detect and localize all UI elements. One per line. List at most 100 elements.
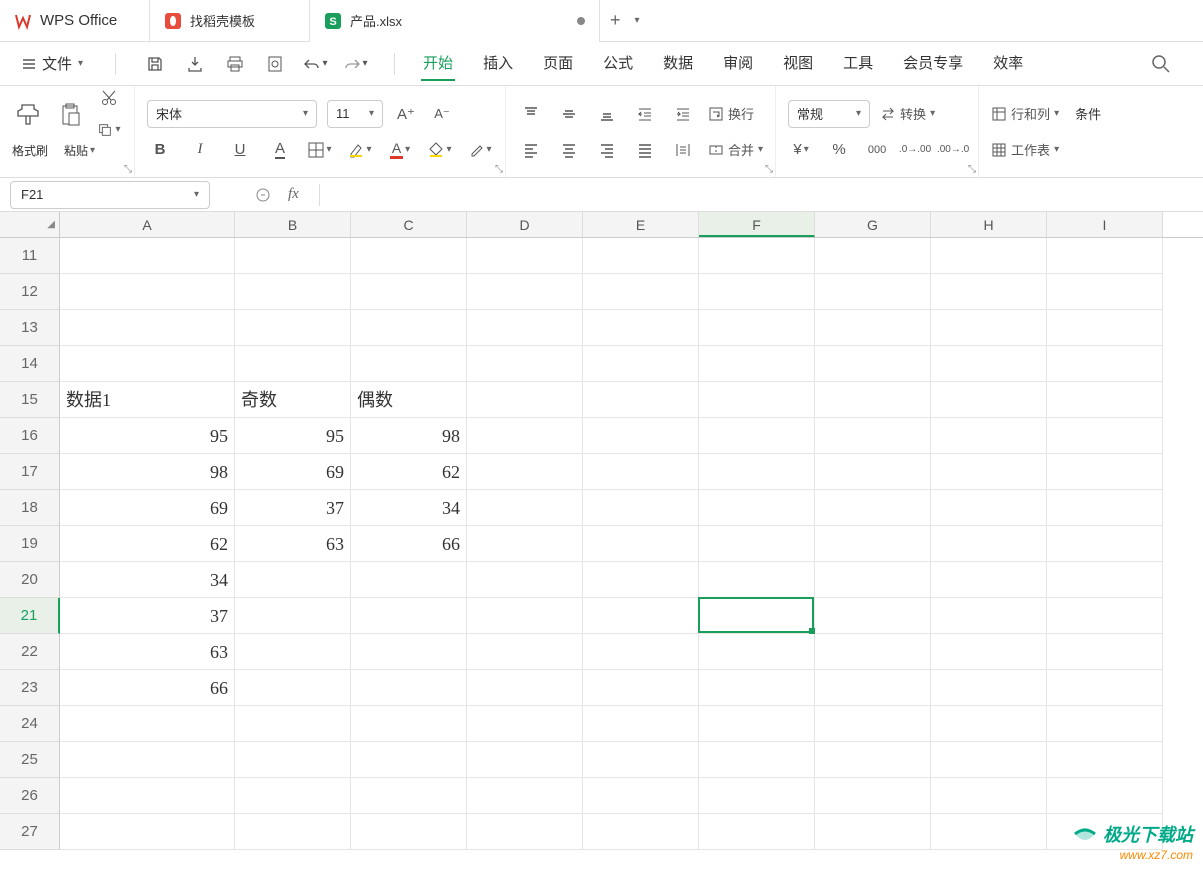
paste-label[interactable]: 粘贴▾	[64, 142, 95, 159]
cell[interactable]	[815, 670, 931, 706]
cell[interactable]	[583, 454, 699, 490]
chevron-down-icon[interactable]: ▾	[405, 144, 410, 155]
tab-page[interactable]: 页面	[541, 46, 575, 81]
cell[interactable]	[235, 634, 351, 670]
align-left-button[interactable]	[518, 137, 544, 163]
cell[interactable]	[1047, 562, 1163, 598]
cell[interactable]	[235, 562, 351, 598]
cell[interactable]	[467, 634, 583, 670]
cell[interactable]	[931, 814, 1047, 850]
cell[interactable]	[699, 310, 815, 346]
cell[interactable]	[583, 526, 699, 562]
chevron-down-icon[interactable]: ▾	[804, 144, 809, 155]
align-right-button[interactable]	[594, 137, 620, 163]
row-header[interactable]: 22	[0, 634, 60, 670]
cell[interactable]: 95	[235, 418, 351, 454]
search-button[interactable]	[1135, 54, 1187, 74]
cell[interactable]	[699, 778, 815, 814]
group-expand-icon[interactable]: ⤡	[124, 164, 132, 175]
column-header[interactable]: C	[351, 212, 467, 237]
decrease-decimal-button[interactable]: .0→.00	[902, 137, 928, 163]
cell[interactable]	[931, 526, 1047, 562]
align-bottom-button[interactable]	[594, 101, 620, 127]
cell[interactable]	[931, 742, 1047, 778]
chevron-down-icon[interactable]: ▾	[1054, 144, 1059, 155]
cell[interactable]	[467, 742, 583, 778]
cell[interactable]	[1047, 526, 1163, 562]
cell[interactable]	[235, 742, 351, 778]
chevron-down-icon[interactable]: ▾	[446, 144, 451, 155]
cell[interactable]: 63	[235, 526, 351, 562]
tab-tools[interactable]: 工具	[841, 46, 875, 81]
cell[interactable]	[815, 418, 931, 454]
highlight-button[interactable]: ▾	[347, 137, 373, 163]
chevron-down-icon[interactable]: ▾	[194, 189, 199, 200]
cell[interactable]	[235, 274, 351, 310]
cell[interactable]	[815, 778, 931, 814]
cell[interactable]	[699, 526, 815, 562]
chevron-down-icon[interactable]: ▾	[635, 15, 640, 26]
paste-button[interactable]	[54, 100, 86, 128]
cell[interactable]	[1047, 238, 1163, 274]
cell[interactable]	[1047, 742, 1163, 778]
cell[interactable]: 37	[235, 490, 351, 526]
cell[interactable]	[583, 634, 699, 670]
row-header[interactable]: 20	[0, 562, 60, 598]
column-header[interactable]: F	[699, 212, 815, 237]
cell[interactable]	[1047, 778, 1163, 814]
row-header[interactable]: 14	[0, 346, 60, 382]
cell[interactable]	[815, 238, 931, 274]
percent-button[interactable]: %	[826, 137, 852, 163]
cell[interactable]: 69	[60, 490, 235, 526]
cell[interactable]	[815, 454, 931, 490]
cell[interactable]	[583, 670, 699, 706]
row-header[interactable]: 27	[0, 814, 60, 850]
cell[interactable]	[1047, 706, 1163, 742]
cell[interactable]	[1047, 490, 1163, 526]
cell[interactable]	[351, 778, 467, 814]
select-all-corner[interactable]: ◢	[0, 212, 60, 237]
row-header[interactable]: 11	[0, 238, 60, 274]
align-top-button[interactable]	[518, 101, 544, 127]
cell[interactable]	[583, 418, 699, 454]
format-painter-button[interactable]	[12, 100, 44, 128]
cell[interactable]	[699, 742, 815, 778]
tab-member[interactable]: 会员专享	[901, 46, 965, 81]
row-header[interactable]: 21	[0, 598, 60, 634]
cell[interactable]	[351, 742, 467, 778]
font-name-select[interactable]: 宋体▾	[147, 100, 317, 128]
cell[interactable]	[467, 814, 583, 850]
cell[interactable]	[351, 562, 467, 598]
align-center-button[interactable]	[556, 137, 582, 163]
convert-button[interactable]: 转换▾	[880, 101, 935, 127]
row-header[interactable]: 25	[0, 742, 60, 778]
row-header[interactable]: 12	[0, 274, 60, 310]
cell[interactable]	[583, 778, 699, 814]
cell[interactable]	[815, 346, 931, 382]
cell[interactable]	[699, 598, 815, 634]
row-header[interactable]: 17	[0, 454, 60, 490]
cell[interactable]	[351, 346, 467, 382]
cell[interactable]	[467, 454, 583, 490]
cell[interactable]	[235, 706, 351, 742]
align-middle-button[interactable]	[556, 101, 582, 127]
cell[interactable]	[815, 490, 931, 526]
cell[interactable]	[583, 562, 699, 598]
number-format-select[interactable]: 常规▾	[788, 100, 870, 128]
cell[interactable]	[931, 454, 1047, 490]
cell[interactable]	[699, 670, 815, 706]
cell[interactable]	[815, 274, 931, 310]
cell[interactable]	[815, 382, 931, 418]
cell[interactable]	[583, 382, 699, 418]
tab-document[interactable]: S 产品.xlsx	[310, 0, 600, 42]
cell[interactable]	[467, 274, 583, 310]
undo-button[interactable]: ▾	[302, 51, 328, 77]
cell[interactable]	[235, 670, 351, 706]
fill-color-button[interactable]: ▾	[427, 137, 453, 163]
cell[interactable]	[235, 310, 351, 346]
cell[interactable]	[583, 490, 699, 526]
rows-cols-button[interactable]: 行和列▾	[991, 101, 1059, 127]
cell[interactable]	[467, 706, 583, 742]
cell[interactable]: 98	[60, 454, 235, 490]
tab-insert[interactable]: 插入	[481, 46, 515, 81]
